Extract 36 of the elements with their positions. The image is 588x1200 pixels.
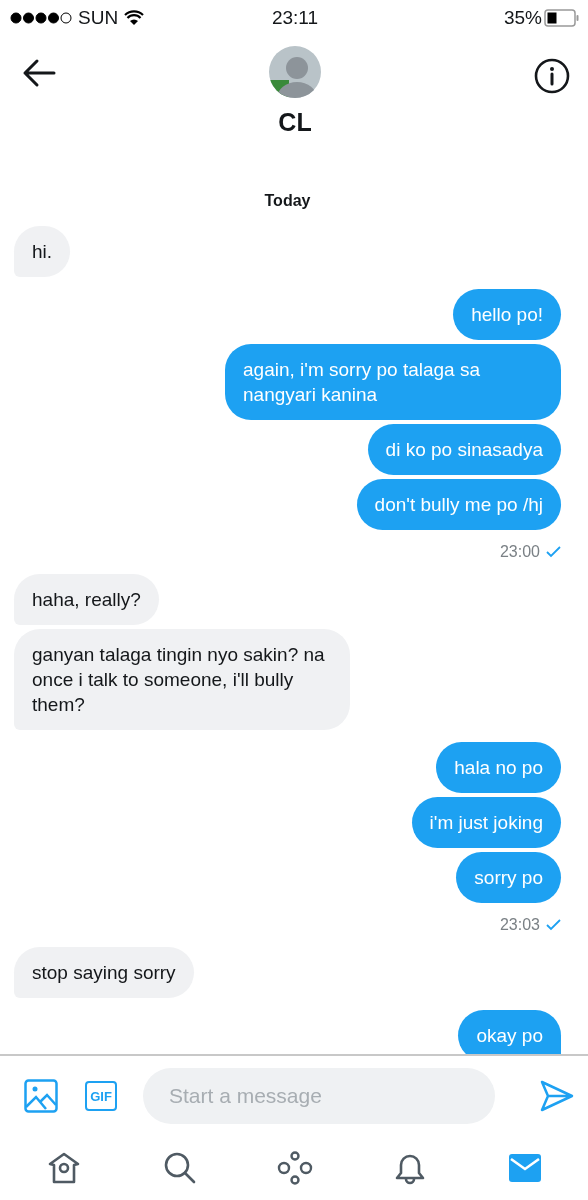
clock-time: 23:11 — [271, 7, 319, 29]
received-message: haha, really? — [14, 574, 159, 625]
gif-button[interactable]: GIF — [85, 1081, 117, 1111]
envelope-icon — [507, 1153, 542, 1183]
check-icon — [546, 546, 561, 558]
search-icon — [162, 1151, 197, 1185]
wifi-icon — [124, 10, 145, 26]
sent-message: sorry po — [456, 852, 561, 903]
battery-icon — [544, 9, 580, 27]
message-time: 23:03 — [499, 916, 540, 934]
battery-percent: 35% — [503, 7, 542, 29]
sent-message: i'm just joking — [411, 797, 561, 848]
message-time: 23:00 — [499, 543, 540, 561]
received-message: ganyan talaga tingin nyo sakin? na once i talk to someone, i'll bully them? — [14, 629, 350, 730]
check-icon — [546, 919, 561, 931]
tab-button[interactable] — [162, 1151, 197, 1185]
sent-message: hala no po — [436, 742, 561, 793]
sent-message: di ko po sinasadya — [367, 424, 561, 475]
received-message: stop saying sorry — [14, 947, 194, 998]
sent-message: don't bully me po /hj — [356, 479, 561, 530]
date-divider: Today — [264, 192, 311, 210]
sent-message: hello po! — [453, 289, 561, 340]
tab-button[interactable] — [276, 1151, 313, 1185]
carrier-name: SUN — [78, 7, 119, 29]
send-icon[interactable] — [540, 1079, 574, 1113]
back-arrow-icon[interactable] — [22, 58, 56, 88]
dots-icon — [276, 1151, 313, 1185]
avatar[interactable] — [269, 46, 321, 98]
sent-message: again, i'm sorry po talaga sa nangyari kanina — [225, 344, 561, 420]
signal-icon — [10, 12, 72, 24]
contact-name: CL — [278, 108, 312, 137]
received-message: hi. — [14, 226, 71, 277]
message-input[interactable]: Start a message — [143, 1068, 495, 1124]
sent-message: okay po — [458, 1010, 561, 1054]
image-icon[interactable] — [24, 1079, 58, 1113]
info-icon[interactable] — [534, 58, 570, 94]
